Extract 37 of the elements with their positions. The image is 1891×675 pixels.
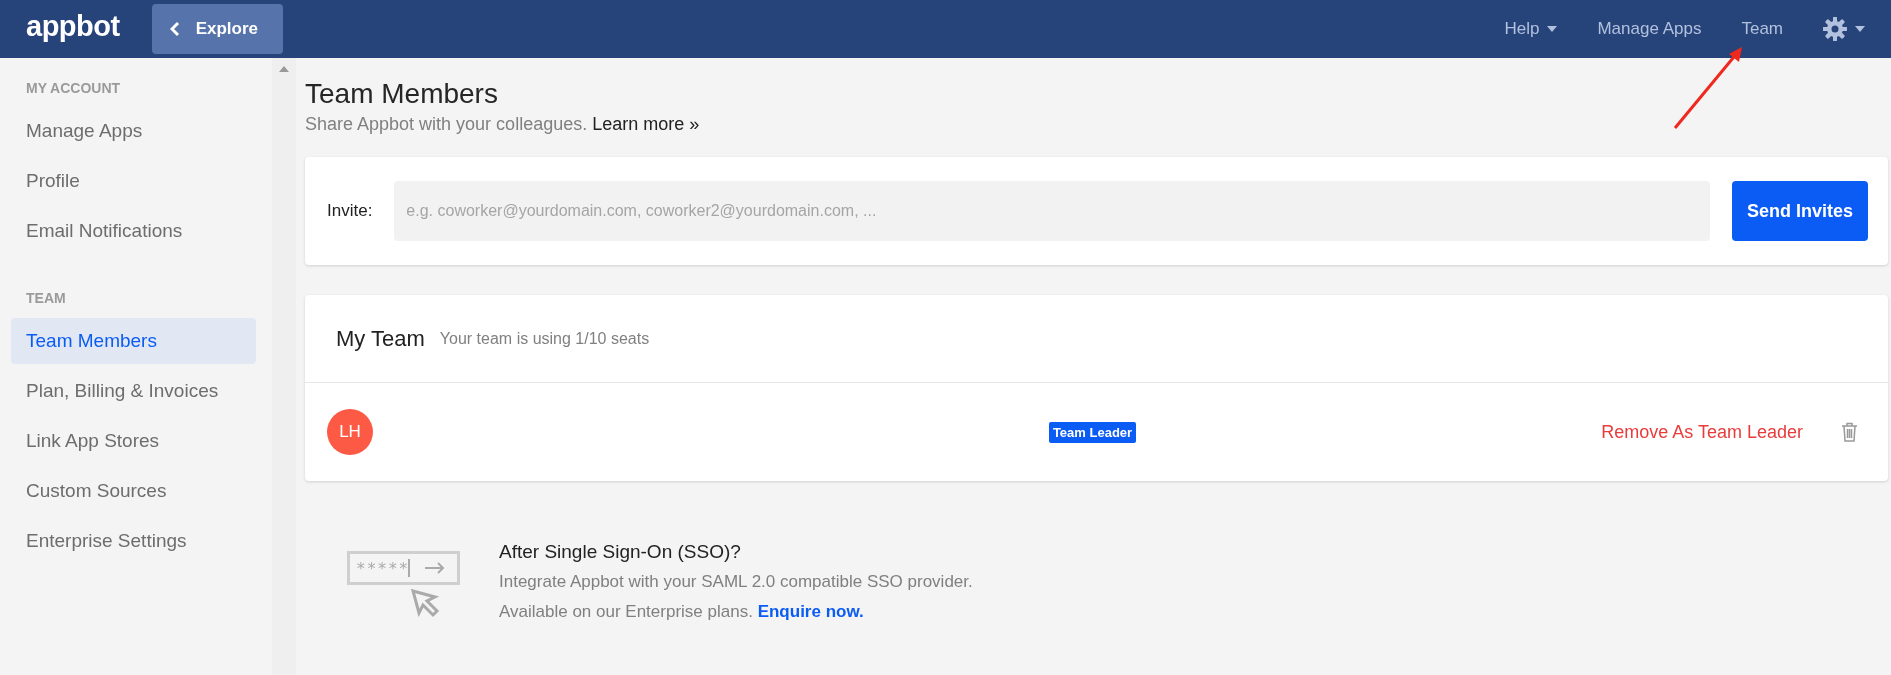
settings-menu[interactable]	[1823, 17, 1865, 41]
sidebar-item[interactable]: Email Notifications	[11, 208, 256, 254]
sidebar-item[interactable]: Custom Sources	[11, 468, 256, 514]
login-form-drawing: *****	[341, 541, 459, 619]
nav-link[interactable]: Manage Apps	[1597, 19, 1702, 39]
invite-label: Invite:	[327, 201, 373, 221]
remove-leader-link[interactable]: Remove As Team Leader	[1601, 421, 1803, 443]
learn-more-link[interactable]: Learn more »	[592, 114, 700, 134]
trash-icon[interactable]	[1841, 422, 1858, 442]
sidebar-item[interactable]: Manage Apps	[11, 108, 256, 154]
nav-link[interactable]: Team	[1741, 19, 1783, 39]
role-badge: Team Leader	[1048, 421, 1137, 443]
sidebar-item[interactable]: Enterprise Settings	[11, 518, 256, 564]
page-title: Team Members	[305, 78, 499, 110]
caret-icon	[1855, 26, 1865, 32]
team-title: My Team	[336, 325, 425, 352]
explore-button[interactable]: Explore	[151, 4, 283, 54]
sso-heading: After Single Sign-On (SSO)?	[499, 541, 742, 563]
seats-count: Your team is using 1/10 seats	[439, 329, 650, 348]
section-heading: TEAM	[25, 290, 67, 306]
chevron-left-icon	[169, 21, 180, 37]
invite-field[interactable]: e.g. coworker@yourdomain.com, coworker2@yourdomain.com, ...	[394, 181, 1710, 241]
section-heading: MY ACCOUNT	[25, 80, 122, 96]
sidebar-item[interactable]: Link App Stores	[11, 418, 256, 464]
scroll-up-icon[interactable]	[279, 66, 289, 72]
avatar: LH	[327, 409, 373, 455]
logo[interactable]: appbot	[26, 9, 120, 43]
caret-icon	[1547, 26, 1558, 32]
sidebar-item[interactable]: Team Members	[11, 318, 256, 364]
sidebar-item[interactable]: Profile	[11, 158, 256, 204]
sidebar-item[interactable]: Plan, Billing & Invoices	[11, 368, 256, 414]
sso-description: Integrate Appbot with your SAML 2.0 compatible SSO provider. Available on our Enterprise plans. Enquire now.	[499, 571, 974, 623]
send-invites-button[interactable]: Send Invites	[1731, 181, 1868, 241]
enquire-link[interactable]: Enquire now.	[757, 602, 864, 621]
settings-icon	[1823, 17, 1847, 41]
page-subtitle: Share Appbot with your colleagues. Learn more »	[305, 114, 701, 135]
nav-link[interactable]: Help	[1504, 19, 1558, 39]
